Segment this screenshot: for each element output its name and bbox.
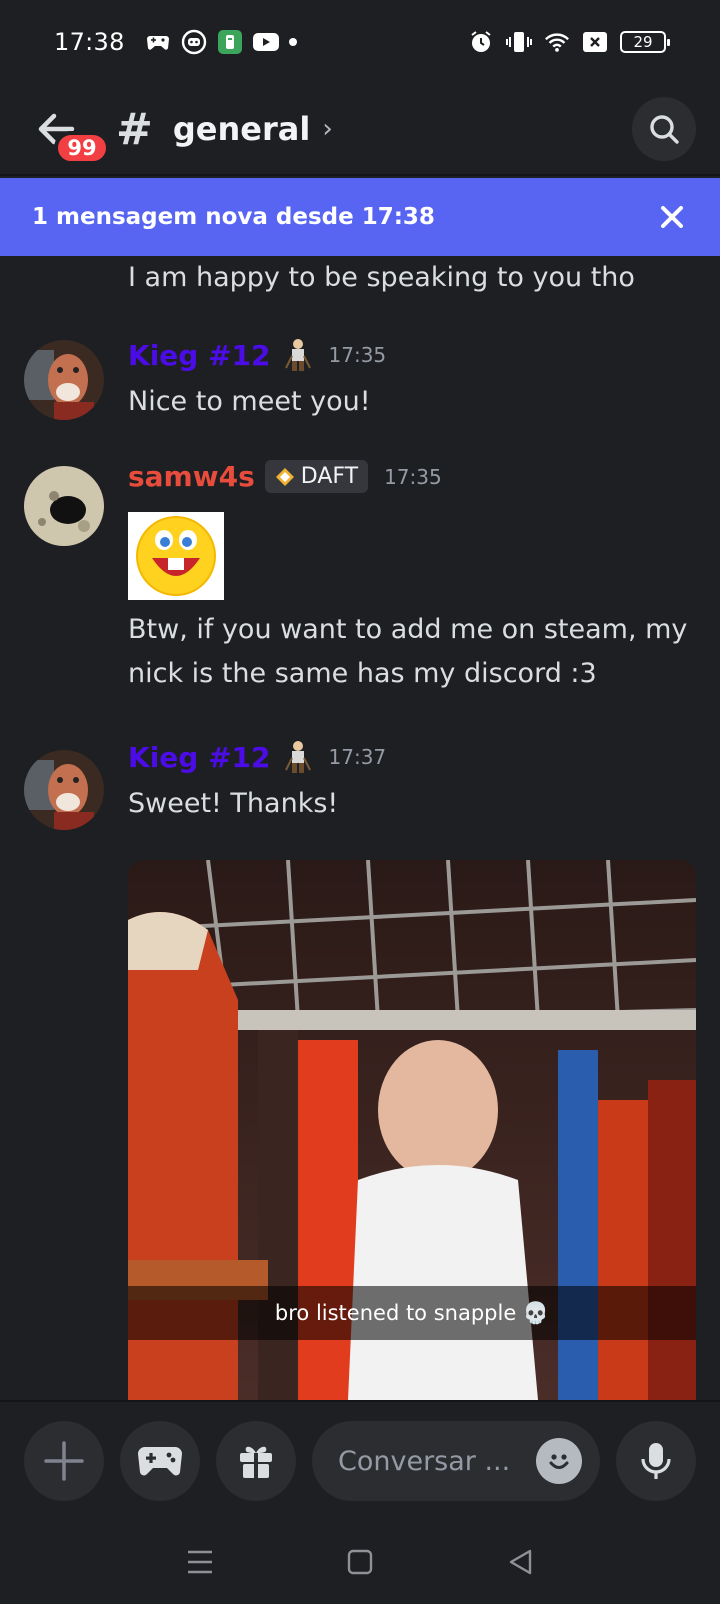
add-attachment-button[interactable] [24, 1421, 104, 1501]
gamepad-icon [145, 30, 171, 54]
vibrate-icon [506, 30, 532, 54]
discord-icon [181, 29, 207, 55]
message-header: samw4s DAFT 17:35 [128, 460, 442, 493]
close-banner-button[interactable] [656, 201, 688, 233]
gift-button[interactable] [216, 1421, 296, 1501]
alarm-icon [468, 30, 494, 54]
back-triangle-icon [509, 1549, 532, 1575]
message-text: Sweet! Thanks! [128, 788, 339, 819]
avatar[interactable] [24, 340, 104, 420]
server-tag[interactable]: DAFT [264, 460, 369, 493]
message-input-container[interactable] [312, 1421, 600, 1501]
message-input[interactable] [338, 1445, 536, 1477]
plus-icon [44, 1441, 84, 1481]
home-square-icon [347, 1549, 373, 1575]
message-header: Kieg #12 17:35 [128, 338, 386, 372]
video-caption: bro listened to snapple 💀 [128, 1286, 696, 1340]
gamepad-icon [138, 1447, 182, 1476]
smile-icon [549, 1454, 569, 1469]
banner-text: 1 mensagem nova desde 17:38 [32, 204, 435, 230]
system-back-button[interactable] [500, 1542, 540, 1582]
emoji-button[interactable] [536, 1438, 582, 1484]
author-name[interactable]: Kieg #12 [128, 741, 271, 774]
activities-button[interactable] [120, 1421, 200, 1501]
channel-name[interactable]: general [173, 110, 310, 148]
timestamp: 17:35 [384, 464, 442, 489]
video-attachment[interactable]: bro listened to snapple 💀 [128, 860, 696, 1400]
timestamp: 17:35 [328, 343, 387, 367]
channel-header: 99 # general › [0, 84, 720, 176]
message-text: I am happy to be speaking to you tho [128, 262, 635, 293]
status-time: 17:38 [54, 28, 125, 56]
server-tag-label: DAFT [300, 464, 359, 489]
recents-button[interactable] [180, 1542, 220, 1582]
timestamp: 17:37 [328, 745, 387, 769]
message-header: Kieg #12 17:37 [128, 740, 386, 774]
search-icon [650, 115, 679, 144]
gift-icon [240, 1446, 272, 1478]
avatar[interactable] [24, 466, 104, 546]
system-nav-bar [0, 1520, 720, 1604]
x-box-icon [582, 30, 608, 54]
dot-icon [288, 38, 297, 46]
unread-badge: 99 [54, 131, 110, 165]
menu-icon [188, 1550, 212, 1574]
new-messages-banner[interactable]: 1 mensagem nova desde 17:38 [0, 178, 720, 256]
search-button[interactable] [632, 97, 696, 161]
diamond-icon [275, 467, 294, 486]
battery-icon: 29 [620, 31, 670, 53]
microphone-icon [641, 1443, 671, 1479]
message-list[interactable]: I am happy to be speaking to you tho Kie… [0, 256, 720, 1400]
message-text: nick is the same has my discord :3 [128, 658, 597, 689]
close-icon [661, 206, 683, 228]
author-name[interactable]: Kieg #12 [128, 339, 271, 372]
role-icon [283, 740, 313, 774]
message-composer [0, 1400, 720, 1520]
chevron-right-icon[interactable]: › [322, 114, 332, 144]
channel-hash-icon: # [116, 103, 153, 155]
message-text: Nice to meet you! [128, 386, 371, 417]
role-icon [283, 338, 313, 372]
back-button[interactable]: 99 [36, 101, 110, 165]
battery-level: 29 [633, 33, 653, 51]
app-icon [217, 30, 243, 54]
youtube-icon [252, 30, 279, 54]
wifi-icon [544, 30, 570, 54]
message-text: Btw, if you want to add me on steam, my [128, 614, 688, 645]
voice-message-button[interactable] [616, 1421, 696, 1501]
avatar[interactable] [24, 750, 104, 830]
author-name[interactable]: samw4s [128, 460, 255, 493]
home-button[interactable] [340, 1542, 380, 1582]
status-bar: 17:38 29 [0, 0, 720, 84]
sticker-image[interactable] [128, 512, 224, 600]
